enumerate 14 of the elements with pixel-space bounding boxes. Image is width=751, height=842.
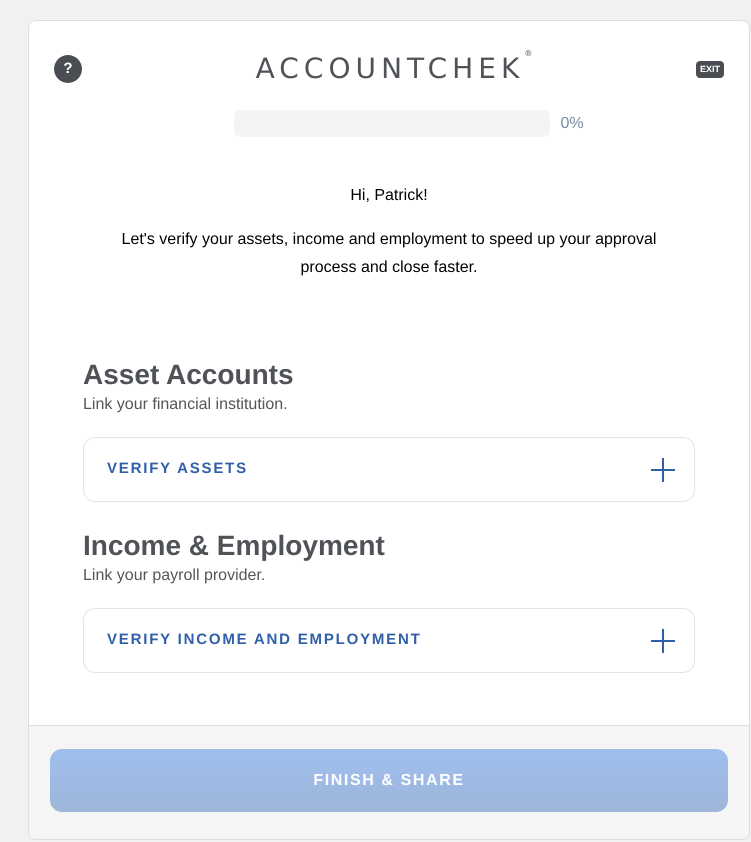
progress-reading: 0% <box>560 114 584 134</box>
intro-text: Let's verify your assets, income and employment to speed up your approval process and close faster. <box>120 230 658 278</box>
plus-icon <box>650 456 676 482</box>
section-title: Income & Employment <box>83 530 386 562</box>
plus-icon <box>650 628 676 654</box>
verify-button[interactable]: VERIFY ASSETS <box>83 437 695 502</box>
logo: ACCOUNTCHEK® <box>256 48 532 87</box>
verify-button[interactable]: VERIFY INCOME AND EMPLOYMENT <box>83 608 695 673</box>
help-icon[interactable]: ? <box>54 55 82 83</box>
section-subtitle: Link your payroll provider. <box>83 566 266 586</box>
section-subtitle: Link your financial institution. <box>83 395 289 415</box>
exit-icon[interactable]: EXIT <box>696 60 724 78</box>
section-title: Asset Accounts <box>83 359 295 391</box>
greeting: Hi, Patrick! <box>349 186 429 206</box>
